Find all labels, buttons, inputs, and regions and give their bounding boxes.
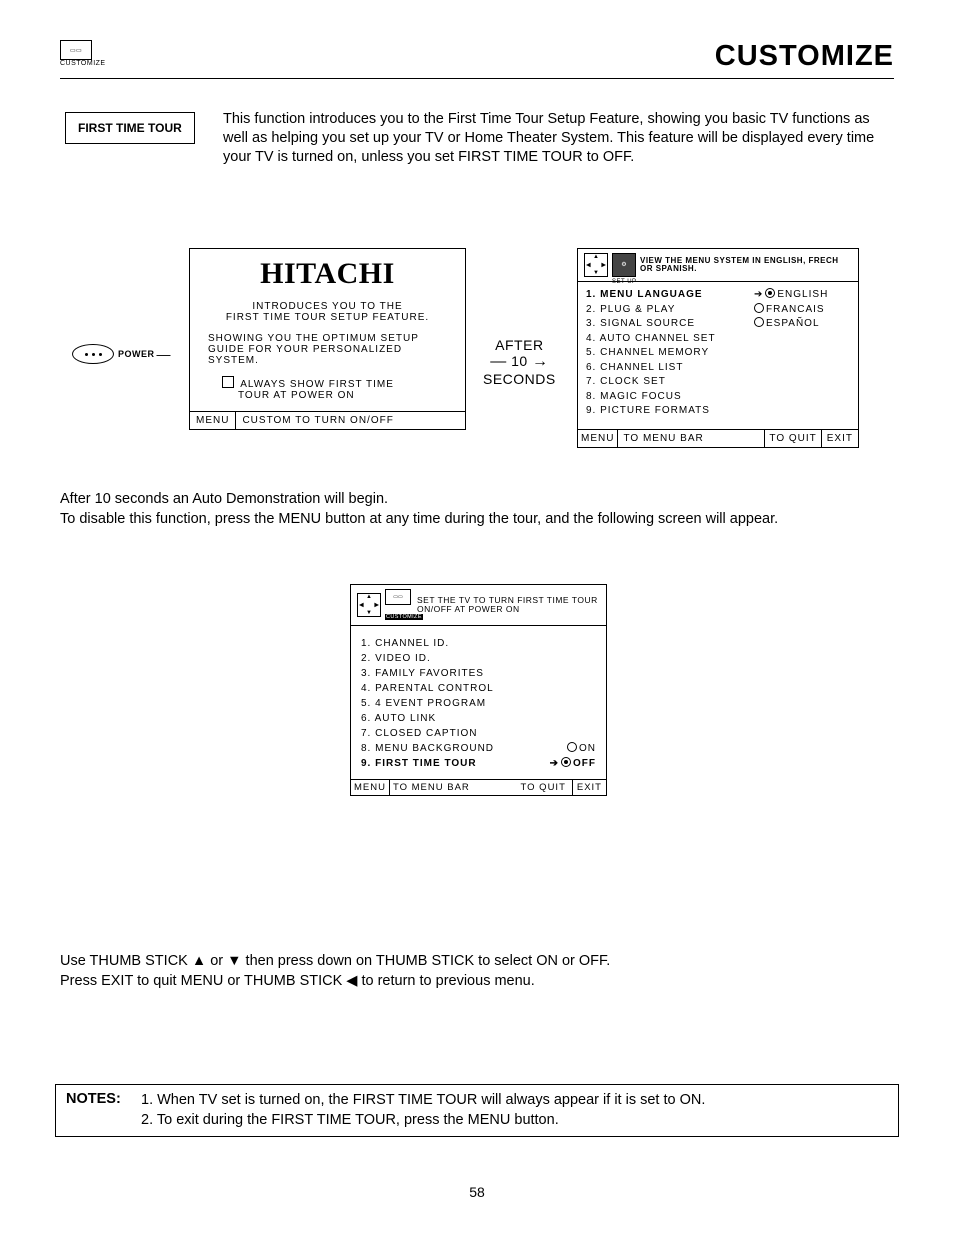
setup-icon-label: SET UP	[612, 279, 637, 285]
hitachi-panel: HITACHI INTRODUCES YOU TO THE FIRST TIME…	[189, 248, 466, 430]
cmenu-2[interactable]: 2. VIDEO ID.	[361, 651, 596, 666]
hitachi-line1a: INTRODUCES YOU TO THE	[252, 301, 402, 312]
setup-foot-bar: TO MENU BAR	[618, 430, 764, 447]
arrow-line-icon: —	[157, 346, 171, 362]
setup-foot-exit[interactable]: EXIT	[821, 430, 858, 447]
mid-line2: To disable this function, press the MENU…	[60, 511, 778, 527]
cmenu-9[interactable]: 9. FIRST TIME TOUR ➔OFF	[361, 756, 596, 771]
cmenu-5[interactable]: 5. 4 EVENT PROGRAM	[361, 696, 596, 711]
cmenu-1[interactable]: 1. CHANNEL ID.	[361, 636, 596, 651]
after-l1: AFTER	[483, 337, 556, 353]
check-line2: TOUR AT POWER ON	[238, 390, 355, 401]
power-label: POWER	[118, 349, 155, 359]
setup-menu-list[interactable]: 1. MENU LANGUAGE 2. PLUG & PLAY 3. SIGNA…	[586, 288, 754, 419]
menu-item-6[interactable]: 6. CHANNEL LIST	[586, 361, 754, 376]
menu-item-7[interactable]: 7. CLOCK SET	[586, 375, 754, 390]
hitachi-foot-menu[interactable]: MENU	[190, 412, 236, 429]
note-1: 1. When TV set is turned on, the FIRST T…	[141, 1091, 888, 1111]
monitor-icon: ▭▭	[60, 40, 92, 60]
page-number: 58	[0, 1184, 954, 1200]
cfoot-quit: TO QUIT	[515, 780, 572, 795]
intro-paragraph: This function introduces you to the Firs…	[223, 110, 894, 167]
menu-item-3[interactable]: 3. SIGNAL SOURCE	[586, 317, 754, 332]
page-title: CUSTOMIZE	[715, 40, 894, 73]
always-show-checkbox-row[interactable]: ALWAYS SHOW FIRST TIME TOUR AT POWER ON	[208, 376, 447, 401]
hitachi-logo: HITACHI	[190, 249, 465, 295]
customize-panel: ▲▼◀▶ ▭▭ CUSTOMIZE SET THE TV TO TURN FIR…	[350, 584, 607, 796]
corner-icon: ▭▭ CUSTOMIZE	[60, 40, 106, 67]
radio-icon[interactable]	[754, 303, 764, 313]
radio-icon[interactable]	[754, 317, 764, 327]
mid-line1: After 10 seconds an Auto Demonstration w…	[60, 491, 388, 507]
menu-item-8[interactable]: 8. MAGIC FOCUS	[586, 390, 754, 405]
setup-foot-menu[interactable]: MENU	[578, 430, 618, 447]
cmenu-8[interactable]: 8. MENU BACKGROUND ON	[361, 741, 596, 756]
instr-line2: Press EXIT to quit MENU or THUMB STICK ◀…	[60, 973, 535, 989]
note-2: 2. To exit during the FIRST TIME TOUR, p…	[141, 1111, 888, 1131]
menu-item-5[interactable]: 5. CHANNEL MEMORY	[586, 346, 754, 361]
header-rule	[60, 78, 894, 79]
lang-english[interactable]: ➔ENGLISH	[754, 288, 850, 303]
after-l3: SECONDS	[483, 371, 556, 387]
customize-menu-list[interactable]: 1. CHANNEL ID. 2. VIDEO ID. 3. FAMILY FA…	[351, 626, 606, 779]
setup-panel: ▲▼◀▶ ⚙ SET UP VIEW THE MENU SYSTEM IN EN…	[577, 248, 859, 448]
after-l2: 10	[511, 353, 528, 369]
menu-item-4[interactable]: 4. AUTO CHANNEL SET	[586, 332, 754, 347]
customize-footer: MENU TO MENU BAR TO QUIT EXIT	[351, 779, 606, 795]
language-options: ➔ENGLISH FRANCAIS ESPAÑOL	[754, 288, 850, 419]
notes-box: NOTES: 1. When TV set is turned on, the …	[55, 1084, 899, 1137]
customize-head-text: SET THE TV TO TURN FIRST TIME TOUR ON/OF…	[417, 596, 600, 614]
nav-diamond-icon: ▲▼◀▶	[584, 253, 608, 277]
cmenu-6[interactable]: 6. AUTO LINK	[361, 711, 596, 726]
power-indicator: POWER —	[72, 344, 171, 364]
cfoot-bar: TO MENU BAR	[390, 780, 515, 795]
notes-label: NOTES:	[66, 1091, 141, 1130]
nav-diamond-icon: ▲▼◀▶	[357, 593, 381, 617]
first-time-tour-box: FIRST TIME TOUR	[65, 112, 195, 144]
cfoot-exit[interactable]: EXIT	[572, 780, 606, 795]
lang-espanol[interactable]: ESPAÑOL	[754, 317, 850, 332]
menu-item-1[interactable]: 1. MENU LANGUAGE	[586, 288, 754, 303]
setup-foot-quit: TO QUIT	[764, 430, 820, 447]
hitachi-line2: SHOWING YOU THE OPTIMUM SETUP GUIDE FOR …	[208, 333, 447, 366]
check-line1: ALWAYS SHOW FIRST TIME	[240, 379, 394, 390]
radio-selected-icon[interactable]	[765, 288, 775, 298]
radio-icon[interactable]	[567, 742, 577, 752]
monitor-icon: ▭▭	[385, 589, 411, 605]
radio-selected-icon[interactable]	[561, 757, 571, 767]
cfoot-menu[interactable]: MENU	[351, 780, 390, 795]
menu-item-9[interactable]: 9. PICTURE FORMATS	[586, 404, 754, 419]
after-10-seconds: AFTER — 10 → SECONDS	[483, 337, 556, 388]
hitachi-footer: MENU CUSTOM TO TURN ON/OFF	[190, 411, 465, 429]
checkbox-icon[interactable]	[222, 376, 234, 388]
corner-icon-label: CUSTOMIZE	[60, 60, 106, 67]
hitachi-line1b: FIRST TIME TOUR SETUP FEATURE.	[226, 312, 429, 323]
setup-head-text: VIEW THE MENU SYSTEM IN ENGLISH, FRECH O…	[640, 257, 852, 274]
setup-icon: ⚙	[612, 253, 636, 277]
mid-paragraph: After 10 seconds an Auto Demonstration w…	[60, 490, 894, 529]
instr-line1: Use THUMB STICK ▲ or ▼ then press down o…	[60, 953, 610, 969]
cmenu-3[interactable]: 3. FAMILY FAVORITES	[361, 666, 596, 681]
power-oval-icon	[72, 344, 114, 364]
hitachi-foot-custom: CUSTOM TO TURN ON/OFF	[236, 412, 465, 429]
customize-icon-label: CUSTOMIZE	[385, 614, 423, 620]
cmenu-4[interactable]: 4. PARENTAL CONTROL	[361, 681, 596, 696]
lang-francais[interactable]: FRANCAIS	[754, 303, 850, 318]
cmenu-7[interactable]: 7. CLOSED CAPTION	[361, 726, 596, 741]
instructions: Use THUMB STICK ▲ or ▼ then press down o…	[60, 952, 894, 991]
menu-item-2[interactable]: 2. PLUG & PLAY	[586, 303, 754, 318]
setup-footer: MENU TO MENU BAR TO QUIT EXIT	[578, 429, 858, 447]
